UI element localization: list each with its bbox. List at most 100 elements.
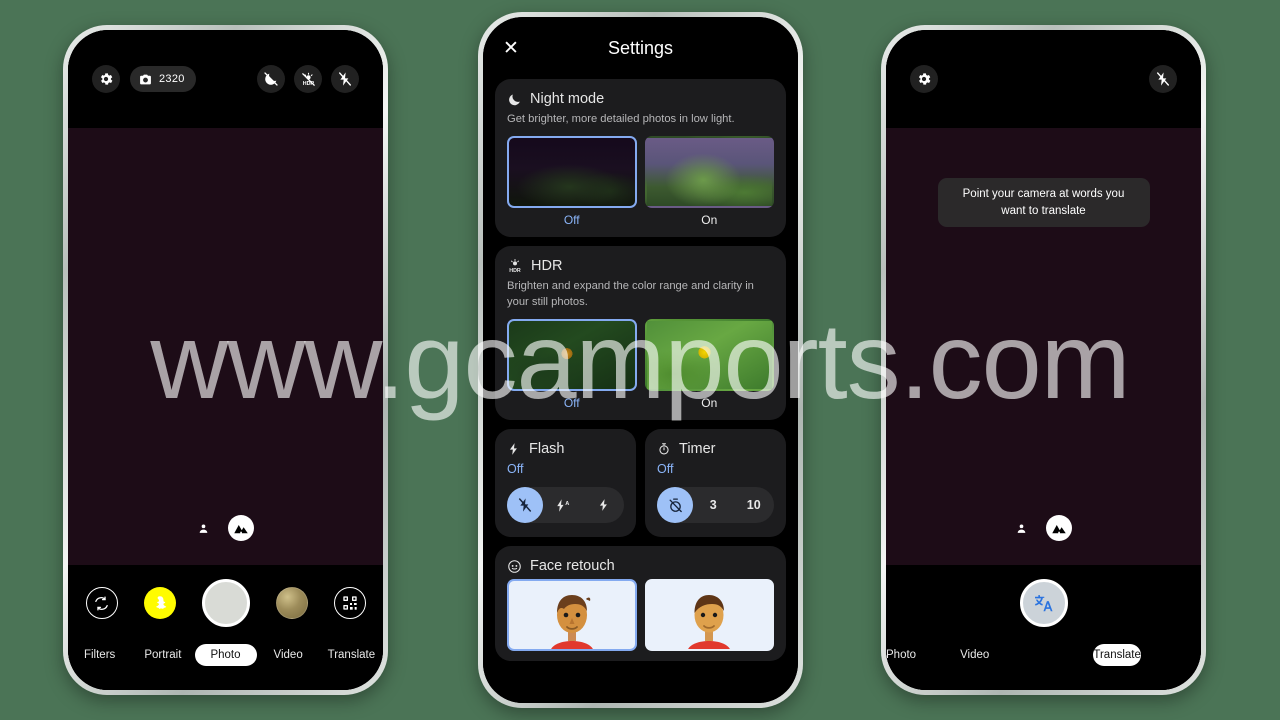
shutter-button[interactable]	[201, 579, 250, 627]
card-title-text: Night mode	[530, 91, 605, 107]
flash-segmented-control: A	[507, 487, 625, 524]
gallery-thumbnail-icon[interactable]	[275, 587, 308, 619]
hdr-off-label: Off	[563, 396, 580, 411]
card-timer: Timer Off 3 10	[645, 429, 786, 538]
shot-counter-value: 2320	[159, 73, 185, 85]
qr-code-icon[interactable]	[333, 587, 366, 619]
flash-icon	[507, 442, 521, 456]
translate-top-right-icons	[1149, 65, 1177, 93]
hdr-options: Off On	[507, 319, 774, 410]
night-mode-description: Get brighter, more detailed photos in lo…	[507, 113, 735, 125]
translate-icon	[1033, 592, 1055, 614]
camera-ui-photo: 2320 HDR Filters Portrait Photo Video Tr…	[68, 30, 383, 690]
camera-bottom-bar: Filters Portrait Photo Video Translate	[68, 565, 383, 690]
hdr-on-preview	[645, 319, 775, 391]
translate-shutter-button[interactable]	[1019, 579, 1068, 627]
camera-viewfinder[interactable]	[68, 128, 383, 565]
translate-top-bar	[886, 30, 1201, 128]
landscape-lens-icon[interactable]	[228, 515, 254, 541]
mode-tab-video[interactable]: Video	[257, 649, 320, 661]
hdr-title-row: HDR HDR	[507, 258, 774, 274]
timer-off-icon[interactable]	[657, 487, 693, 524]
hdr-off-icon[interactable]: HDR	[294, 65, 322, 93]
flash-title-row: Flash	[507, 441, 624, 457]
flash-off-icon[interactable]	[331, 65, 359, 93]
hdr-icon: HDR	[507, 258, 523, 274]
night-mode-off-icon[interactable]	[257, 65, 285, 93]
hdr-option-off[interactable]: Off	[507, 319, 637, 410]
timer-10s-option[interactable]: 10	[734, 487, 775, 523]
lens-indicator-row	[886, 515, 1201, 541]
camera-icon	[139, 73, 152, 86]
card-title-text: Timer	[679, 441, 716, 458]
night-mode-option-on[interactable]: On	[645, 136, 775, 227]
phone2-screen: ✕ Settings Night mode Get brighter, more…	[483, 17, 798, 703]
landscape-lens-icon[interactable]	[1046, 515, 1072, 541]
card-hdr: HDR HDR Brighten and expand the color ra…	[495, 246, 786, 421]
face-retouch-icon	[507, 559, 522, 574]
hdr-description: Brighten and expand the color range and …	[507, 280, 754, 308]
phone-device-settings: ✕ Settings Night mode Get brighter, more…	[478, 12, 803, 708]
timer-segmented-control: 3 10	[657, 487, 775, 524]
card-title-text: Flash	[529, 441, 565, 458]
gear-icon[interactable]	[92, 65, 120, 93]
flash-value: Off	[507, 462, 524, 477]
camera-flip-icon[interactable]	[85, 587, 118, 619]
phone3-screen: Point your camera at words you want to t…	[886, 30, 1201, 690]
night-mode-off-preview	[507, 136, 637, 209]
face-retouch-option-off[interactable]	[507, 579, 637, 652]
translate-viewfinder[interactable]: Point your camera at words you want to t…	[886, 128, 1201, 565]
settings-screen: ✕ Settings Night mode Get brighter, more…	[483, 17, 798, 703]
gear-icon[interactable]	[910, 65, 938, 93]
settings-header: ✕ Settings	[483, 17, 798, 79]
timer-3s-option[interactable]: 3	[693, 487, 734, 523]
mode-tab-translate[interactable]: Translate	[320, 649, 383, 661]
timer-value: Off	[657, 462, 674, 477]
translate-bottom-bar: Photo Video Translate	[886, 565, 1201, 690]
shot-counter-pill[interactable]: 2320	[130, 66, 196, 92]
mode-tab-photo[interactable]: Photo	[886, 649, 916, 661]
face-retouch-on-preview	[644, 579, 774, 652]
phone-device-photo-mode: 2320 HDR Filters Portrait Photo Video Tr…	[63, 25, 388, 695]
mode-tab-video[interactable]: Video	[960, 649, 989, 661]
camera-controls-row	[68, 579, 383, 627]
svg-text:HDR: HDR	[509, 268, 521, 274]
lens-indicator-row	[68, 515, 383, 541]
close-icon[interactable]: ✕	[503, 39, 519, 58]
night-mode-title-row: Night mode	[507, 91, 774, 107]
card-night-mode: Night mode Get brighter, more detailed p…	[495, 79, 786, 238]
face-retouch-off-preview	[507, 579, 637, 652]
flash-timer-row: Flash Off A Timer Off 3 10	[495, 429, 786, 538]
phone1-screen: 2320 HDR Filters Portrait Photo Video Tr…	[68, 30, 383, 690]
camera-top-right-icons: HDR	[257, 65, 359, 93]
timer-title-row: Timer	[657, 441, 774, 457]
timer-icon	[657, 442, 671, 456]
hdr-off-preview	[507, 319, 637, 392]
flash-off-icon[interactable]	[1149, 65, 1177, 93]
mode-tab-filters[interactable]: Filters	[68, 649, 131, 661]
mode-tab-photo[interactable]: Photo	[194, 644, 257, 666]
night-mode-on-preview	[645, 136, 775, 208]
mode-tab-portrait[interactable]: Portrait	[131, 649, 194, 661]
svg-text:A: A	[565, 501, 569, 507]
night-mode-option-off[interactable]: Off	[507, 136, 637, 227]
flash-off-icon[interactable]	[507, 487, 543, 524]
flash-on-icon[interactable]	[584, 487, 625, 523]
translate-controls-row	[886, 579, 1201, 627]
snapchat-ghost-icon[interactable]	[143, 587, 176, 619]
face-retouch-options	[507, 579, 774, 652]
mode-tab-translate[interactable]: Translate	[1093, 644, 1141, 666]
portrait-marker-icon	[1015, 522, 1028, 535]
flash-auto-icon[interactable]: A	[543, 487, 584, 523]
camera-mode-tabs: Filters Portrait Photo Video Translate	[68, 644, 383, 666]
page-title: Settings	[607, 37, 674, 58]
camera-ui-translate: Point your camera at words you want to t…	[886, 30, 1201, 690]
card-title-text: Face retouch	[530, 558, 615, 575]
face-retouch-option-on[interactable]	[644, 579, 774, 652]
translate-tooltip: Point your camera at words you want to t…	[937, 178, 1150, 228]
hdr-option-on[interactable]: On	[645, 319, 775, 410]
card-title-text: HDR	[531, 258, 563, 275]
moon-icon	[507, 92, 522, 107]
translate-mode-tabs: Photo Video Translate	[886, 644, 1201, 666]
card-face-retouch: Face retouch	[495, 546, 786, 662]
